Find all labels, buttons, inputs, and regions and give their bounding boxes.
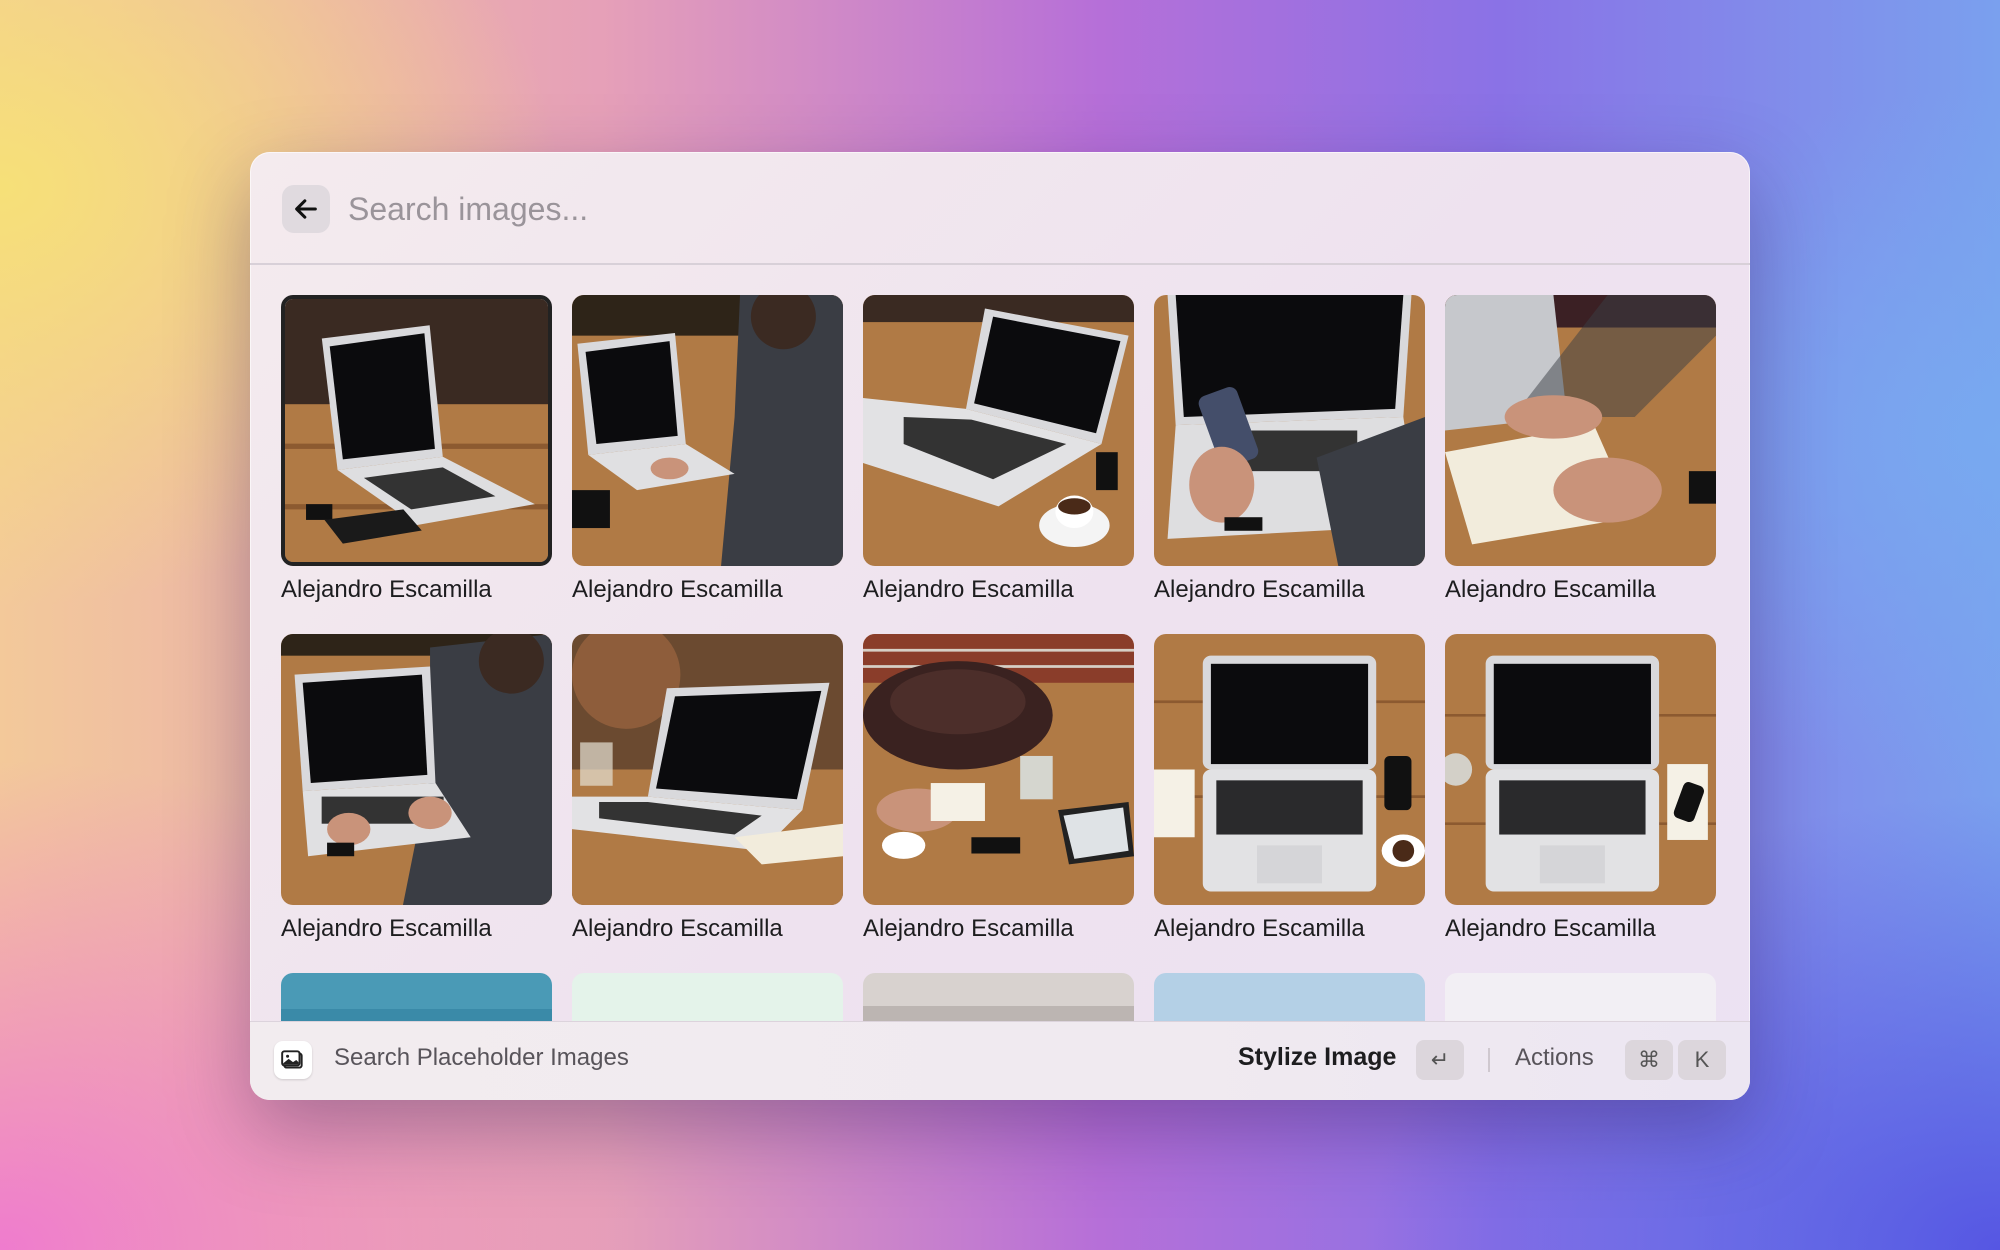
stylize-image-button[interactable]: Stylize Image bbox=[1238, 1043, 1396, 1072]
image-author-label: Alejandro Escamilla bbox=[572, 576, 783, 603]
image-thumbnail[interactable] bbox=[863, 634, 1134, 905]
image-result-tile[interactable] bbox=[1154, 973, 1425, 1022]
image-author-label: Alejandro Escamilla bbox=[572, 915, 783, 942]
image-author-label: Alejandro Escamilla bbox=[1445, 576, 1656, 603]
image-thumbnail[interactable] bbox=[1445, 634, 1716, 905]
image-result-tile[interactable]: Alejandro Escamilla bbox=[1445, 634, 1716, 943]
extension-icon bbox=[274, 1041, 312, 1079]
image-result-tile[interactable]: Alejandro Escamilla bbox=[1154, 295, 1425, 604]
image-thumbnail[interactable] bbox=[1445, 295, 1716, 566]
image-author-label: Alejandro Escamilla bbox=[863, 576, 1074, 603]
image-result-tile[interactable] bbox=[572, 973, 843, 1022]
image-result-tile[interactable]: Alejandro Escamilla bbox=[572, 295, 843, 604]
image-thumbnail[interactable] bbox=[572, 295, 843, 566]
results-grid: Alejandro Escamilla Alejandro Escamilla … bbox=[250, 265, 1750, 1022]
image-thumbnail[interactable] bbox=[281, 295, 552, 566]
image-search-window: Alejandro Escamilla Alejandro Escamilla … bbox=[250, 152, 1750, 1100]
image-thumbnail[interactable] bbox=[572, 973, 843, 1022]
image-thumbnail[interactable] bbox=[1154, 973, 1425, 1022]
image-thumbnail[interactable] bbox=[281, 634, 552, 905]
image-author-label: Alejandro Escamilla bbox=[281, 915, 492, 942]
command-key-hint: ⌘ bbox=[1625, 1040, 1673, 1080]
search-bar bbox=[250, 152, 1750, 265]
image-author-label: Alejandro Escamilla bbox=[1445, 915, 1656, 942]
image-result-tile[interactable]: Alejandro Escamilla bbox=[863, 295, 1134, 604]
command-icon: ⌘ bbox=[1638, 1047, 1660, 1072]
image-thumbnail[interactable] bbox=[281, 973, 552, 1022]
enter-key-hint: ↵ bbox=[1416, 1040, 1464, 1080]
k-key-hint: K bbox=[1678, 1040, 1726, 1080]
image-result-tile[interactable]: Alejandro Escamilla bbox=[572, 634, 843, 943]
image-result-tile[interactable] bbox=[1445, 973, 1716, 1022]
image-thumbnail[interactable] bbox=[863, 295, 1134, 566]
image-thumbnail[interactable] bbox=[863, 973, 1134, 1022]
image-author-label: Alejandro Escamilla bbox=[1154, 915, 1365, 942]
image-thumbnail[interactable] bbox=[572, 634, 843, 905]
action-bar: Search Placeholder Images Stylize Image … bbox=[250, 1021, 1750, 1100]
image-author-label: Alejandro Escamilla bbox=[1154, 576, 1365, 603]
divider bbox=[1488, 1048, 1490, 1072]
image-result-tile[interactable]: Alejandro Escamilla bbox=[281, 634, 552, 943]
actions-button[interactable]: Actions bbox=[1515, 1044, 1594, 1072]
image-result-tile[interactable]: Alejandro Escamilla bbox=[1445, 295, 1716, 604]
back-button[interactable] bbox=[282, 185, 330, 233]
return-icon: ↵ bbox=[1430, 1047, 1450, 1072]
arrow-left-icon bbox=[295, 199, 317, 219]
image-thumbnail[interactable] bbox=[1154, 295, 1425, 566]
image-thumbnail[interactable] bbox=[1445, 973, 1716, 1022]
command-title: Search Placeholder Images bbox=[334, 1044, 629, 1071]
image-result-tile[interactable] bbox=[863, 973, 1134, 1022]
image-author-label: Alejandro Escamilla bbox=[863, 915, 1074, 942]
image-result-tile[interactable]: Alejandro Escamilla bbox=[863, 634, 1134, 943]
image-author-label: Alejandro Escamilla bbox=[281, 576, 492, 603]
image-result-tile[interactable] bbox=[281, 973, 552, 1022]
image-result-tile[interactable]: Alejandro Escamilla bbox=[281, 295, 552, 604]
image-result-tile[interactable]: Alejandro Escamilla bbox=[1154, 634, 1425, 943]
image-thumbnail[interactable] bbox=[1154, 634, 1425, 905]
search-input[interactable] bbox=[346, 180, 1250, 238]
